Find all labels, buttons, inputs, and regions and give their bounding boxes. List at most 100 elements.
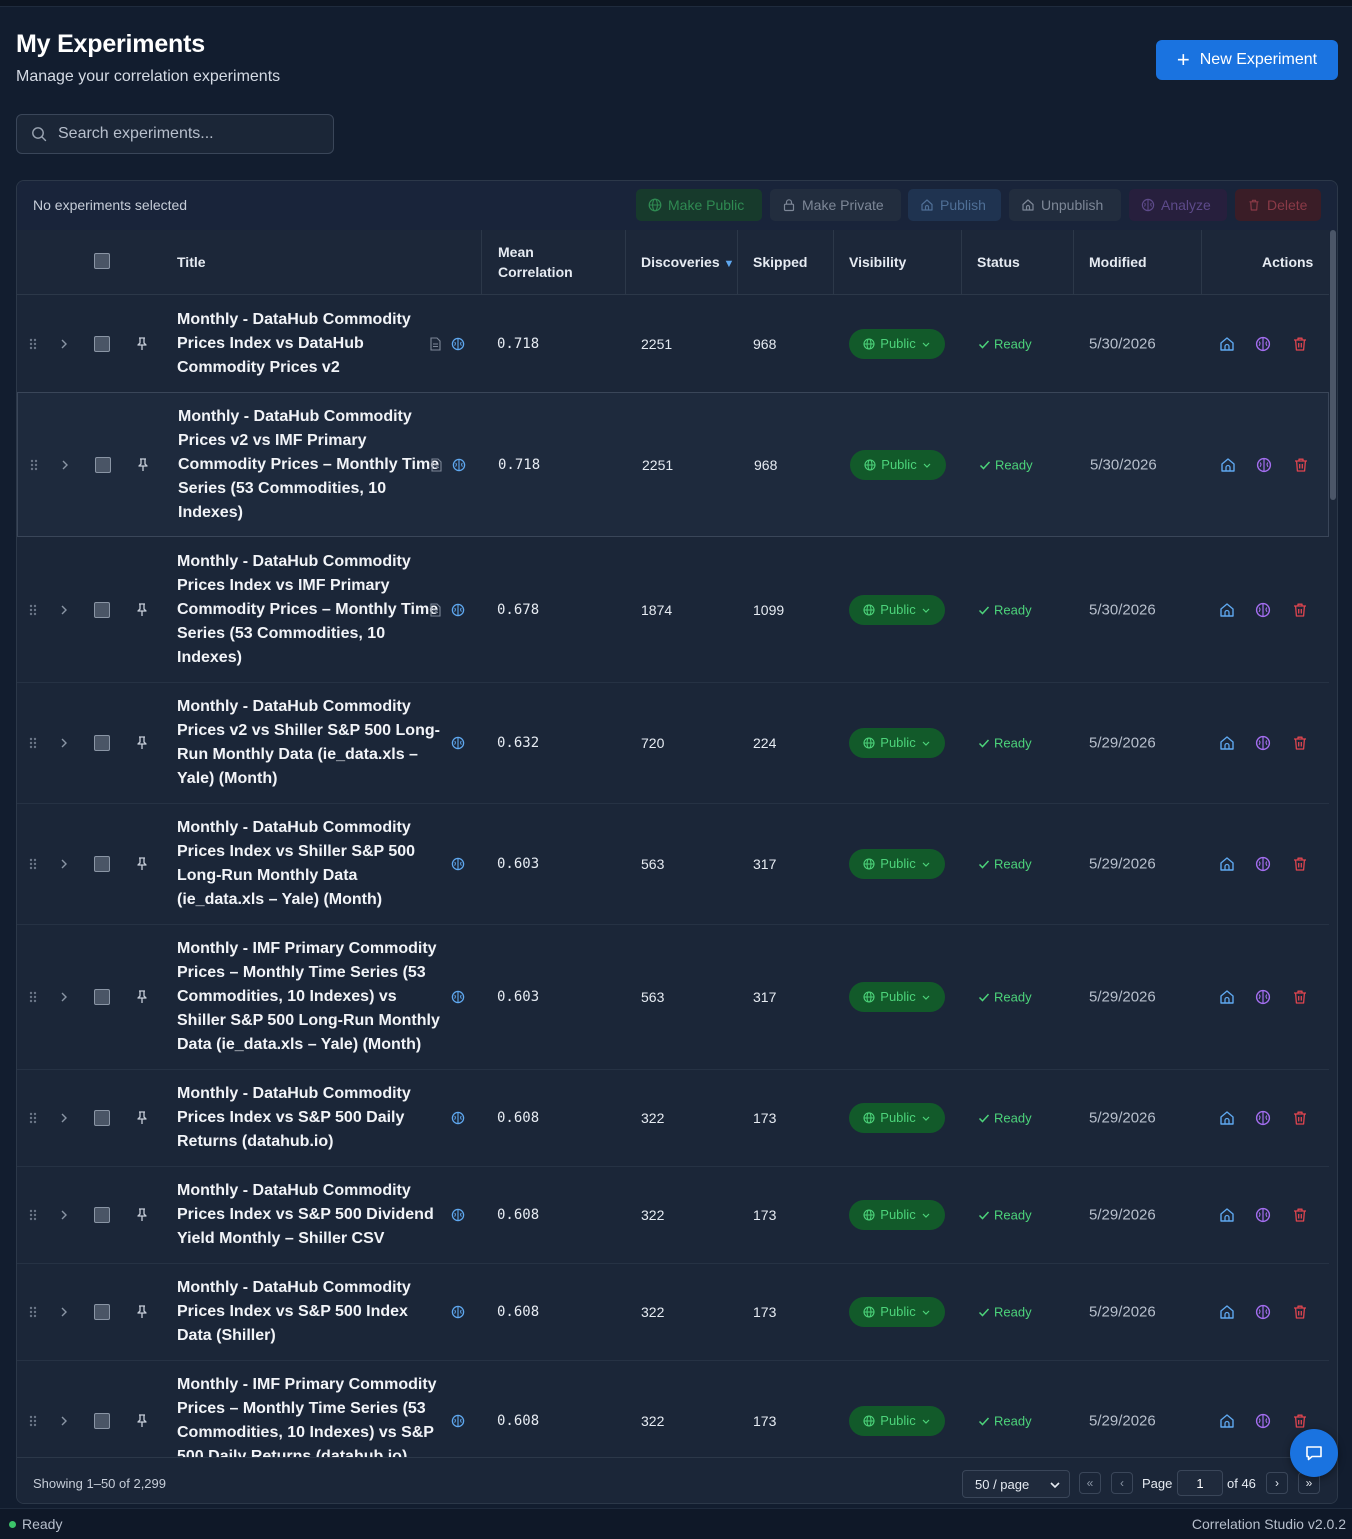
pin-icon[interactable] bbox=[135, 735, 149, 750]
row-checkbox[interactable] bbox=[94, 734, 110, 751]
col-skipped[interactable]: Skipped bbox=[753, 252, 807, 272]
document-icon[interactable] bbox=[430, 457, 443, 472]
drag-handle-icon[interactable] bbox=[29, 991, 37, 1003]
row-title[interactable]: Monthly - DataHub Commodity Prices v2 vs… bbox=[177, 695, 443, 791]
make-private-button[interactable]: Make Private bbox=[770, 189, 901, 221]
publish-action-icon[interactable] bbox=[1219, 1413, 1235, 1429]
analyze-action-icon[interactable] bbox=[1255, 1413, 1271, 1429]
visibility-dropdown[interactable]: Public bbox=[849, 1199, 945, 1230]
col-status[interactable]: Status bbox=[977, 252, 1020, 272]
row-title[interactable]: Monthly - IMF Primary Commodity Prices –… bbox=[177, 1373, 443, 1458]
brain-icon[interactable] bbox=[451, 857, 465, 871]
drag-handle-icon[interactable] bbox=[29, 858, 37, 870]
per-page-select[interactable]: 50 / page bbox=[962, 1470, 1070, 1498]
table-row[interactable]: Monthly - DataHub Commodity Prices Index… bbox=[17, 537, 1329, 683]
row-title[interactable]: Monthly - DataHub Commodity Prices Index… bbox=[177, 816, 443, 912]
chevron-right-icon[interactable] bbox=[59, 1209, 69, 1221]
chevron-right-icon[interactable] bbox=[59, 1112, 69, 1124]
analyze-action-icon[interactable] bbox=[1255, 989, 1271, 1005]
first-page-button[interactable]: « bbox=[1079, 1472, 1101, 1494]
visibility-dropdown[interactable]: Public bbox=[849, 981, 945, 1012]
table-row[interactable]: Monthly - DataHub Commodity Prices Index… bbox=[17, 1166, 1329, 1264]
visibility-dropdown[interactable]: Public bbox=[849, 1102, 945, 1133]
page-input[interactable]: 1 bbox=[1177, 1470, 1223, 1496]
publish-action-icon[interactable] bbox=[1220, 457, 1236, 473]
brain-icon[interactable] bbox=[451, 990, 465, 1004]
new-experiment-button[interactable]: + New Experiment bbox=[1156, 40, 1338, 80]
table-row[interactable]: Monthly - DataHub Commodity Prices Index… bbox=[17, 1069, 1329, 1167]
col-modified[interactable]: Modified bbox=[1089, 252, 1147, 272]
table-row[interactable]: Monthly - DataHub Commodity Prices Index… bbox=[17, 295, 1329, 393]
next-page-button[interactable]: › bbox=[1266, 1472, 1288, 1494]
visibility-dropdown[interactable]: Public bbox=[849, 1296, 945, 1327]
row-title[interactable]: Monthly - IMF Primary Commodity Prices –… bbox=[177, 937, 443, 1057]
chevron-right-icon[interactable] bbox=[59, 604, 69, 616]
row-checkbox[interactable] bbox=[94, 988, 110, 1005]
row-checkbox[interactable] bbox=[94, 601, 110, 618]
brain-icon[interactable] bbox=[451, 603, 465, 617]
visibility-dropdown[interactable]: Public bbox=[849, 1405, 945, 1436]
table-row[interactable]: Monthly - DataHub Commodity Prices Index… bbox=[17, 1263, 1329, 1361]
analyze-action-icon[interactable] bbox=[1256, 457, 1272, 473]
brain-icon[interactable] bbox=[451, 1208, 465, 1222]
drag-handle-icon[interactable] bbox=[29, 604, 37, 616]
col-discoveries[interactable]: Discoveries ▼ bbox=[641, 252, 734, 274]
chevron-right-icon[interactable] bbox=[59, 338, 69, 350]
drag-handle-icon[interactable] bbox=[29, 338, 37, 350]
prev-page-button[interactable]: ‹ bbox=[1111, 1472, 1133, 1494]
brain-icon[interactable] bbox=[451, 736, 465, 750]
analyze-action-icon[interactable] bbox=[1255, 735, 1271, 751]
row-checkbox[interactable] bbox=[94, 1303, 110, 1320]
publish-action-icon[interactable] bbox=[1219, 735, 1235, 751]
row-title[interactable]: Monthly - DataHub Commodity Prices Index… bbox=[177, 1082, 443, 1154]
document-icon[interactable] bbox=[429, 602, 442, 617]
make-public-button[interactable]: Make Public bbox=[636, 189, 762, 221]
pin-icon[interactable] bbox=[135, 602, 149, 617]
analyze-action-icon[interactable] bbox=[1255, 856, 1271, 872]
publish-action-icon[interactable] bbox=[1219, 1207, 1235, 1223]
pin-icon[interactable] bbox=[135, 989, 149, 1004]
table-row[interactable]: Monthly - IMF Primary Commodity Prices –… bbox=[17, 924, 1329, 1070]
row-checkbox[interactable] bbox=[94, 1412, 110, 1429]
delete-action-icon[interactable] bbox=[1292, 1110, 1308, 1126]
drag-handle-icon[interactable] bbox=[29, 737, 37, 749]
row-checkbox[interactable] bbox=[94, 335, 110, 352]
delete-button[interactable]: Delete bbox=[1235, 189, 1321, 221]
pin-icon[interactable] bbox=[135, 1304, 149, 1319]
brain-icon[interactable] bbox=[451, 1305, 465, 1319]
delete-action-icon[interactable] bbox=[1292, 856, 1308, 872]
brain-icon[interactable] bbox=[451, 337, 465, 351]
delete-action-icon[interactable] bbox=[1293, 457, 1309, 473]
publish-action-icon[interactable] bbox=[1219, 989, 1235, 1005]
table-row[interactable]: Monthly - DataHub Commodity Prices v2 vs… bbox=[17, 392, 1329, 537]
row-title[interactable]: Monthly - DataHub Commodity Prices Index… bbox=[177, 1276, 443, 1348]
row-title[interactable]: Monthly - DataHub Commodity Prices Index… bbox=[177, 1179, 443, 1251]
delete-action-icon[interactable] bbox=[1292, 1413, 1308, 1429]
row-checkbox[interactable] bbox=[95, 456, 111, 473]
chevron-right-icon[interactable] bbox=[59, 991, 69, 1003]
chevron-right-icon[interactable] bbox=[59, 858, 69, 870]
analyze-action-icon[interactable] bbox=[1255, 336, 1271, 352]
chevron-right-icon[interactable] bbox=[60, 459, 70, 471]
row-checkbox[interactable] bbox=[94, 1109, 110, 1126]
row-checkbox[interactable] bbox=[94, 1206, 110, 1223]
row-checkbox[interactable] bbox=[94, 855, 110, 872]
delete-action-icon[interactable] bbox=[1292, 602, 1308, 618]
delete-action-icon[interactable] bbox=[1292, 336, 1308, 352]
publish-button[interactable]: Publish bbox=[908, 189, 1001, 221]
publish-action-icon[interactable] bbox=[1219, 602, 1235, 618]
drag-handle-icon[interactable] bbox=[29, 1415, 37, 1427]
col-title[interactable]: Title bbox=[177, 252, 206, 272]
select-all-checkbox[interactable] bbox=[94, 253, 110, 269]
analyze-action-icon[interactable] bbox=[1255, 1304, 1271, 1320]
pin-icon[interactable] bbox=[135, 336, 149, 351]
brain-icon[interactable] bbox=[452, 458, 466, 472]
search-input[interactable] bbox=[56, 124, 320, 144]
visibility-dropdown[interactable]: Public bbox=[849, 848, 945, 879]
delete-action-icon[interactable] bbox=[1292, 1304, 1308, 1320]
analyze-action-icon[interactable] bbox=[1255, 1207, 1271, 1223]
visibility-dropdown[interactable]: Public bbox=[849, 727, 945, 758]
chat-button[interactable] bbox=[1290, 1429, 1338, 1477]
table-row[interactable]: Monthly - IMF Primary Commodity Prices –… bbox=[17, 1360, 1329, 1457]
table-row[interactable]: Monthly - DataHub Commodity Prices v2 vs… bbox=[17, 682, 1329, 804]
